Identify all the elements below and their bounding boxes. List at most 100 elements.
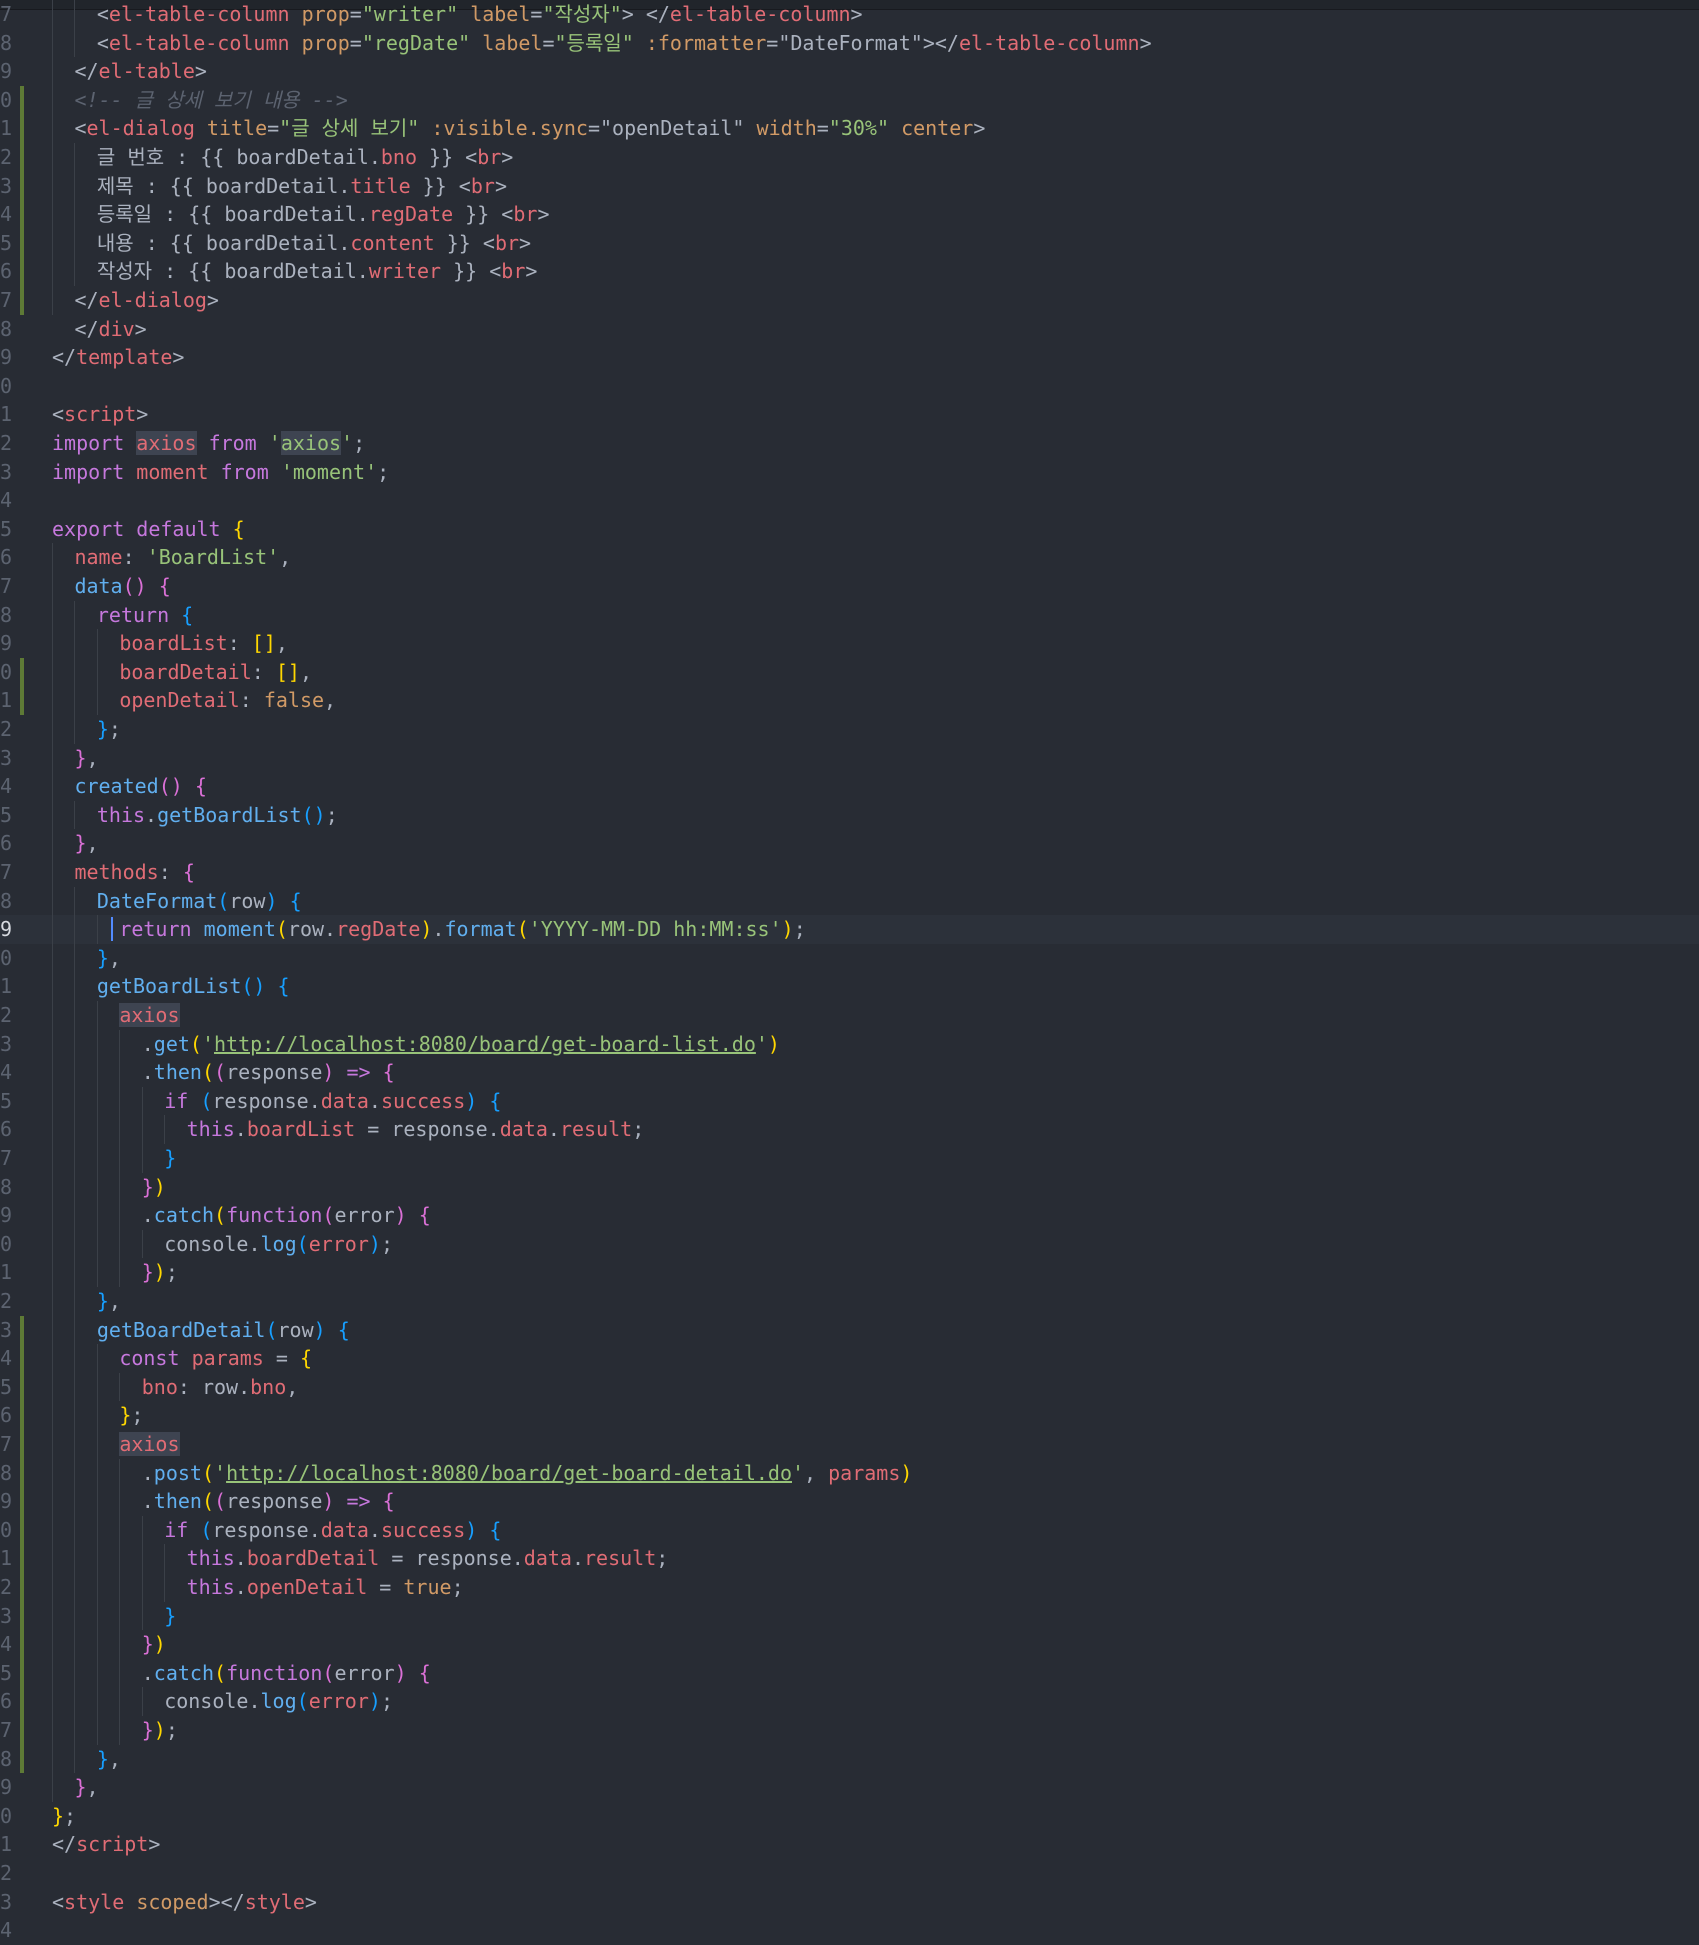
code-line[interactable]: 3}: [0, 1601, 1699, 1631]
code-token: >: [172, 345, 185, 370]
code-line[interactable]: 0 console.log(error);: [0, 1229, 1699, 1259]
code-line[interactable]: 1});: [0, 1258, 1699, 1287]
code-line[interactable]: 0 boardDetail: [],: [0, 657, 1699, 687]
code-line[interactable]: 2: [0, 1859, 1699, 1888]
code-line[interactable]: 1 <script>: [0, 400, 1699, 429]
code-token: row: [229, 888, 266, 913]
code-line[interactable]: 7 <el-table-column prop="writer" label="작…: [0, 0, 1699, 29]
code-token: console.: [164, 1689, 261, 1714]
code-token: "30%": [828, 116, 890, 141]
code-line[interactable]: 7 </el-dialog>: [0, 286, 1699, 315]
code-line[interactable]: 0: [0, 372, 1699, 401]
code-line[interactable]: 9},: [0, 1773, 1699, 1802]
code-token: .: [141, 1660, 154, 1685]
code-line[interactable]: 4 .then((response) => {: [0, 1058, 1699, 1087]
code-token: prop: [301, 2, 350, 26]
code-text: this.getBoardList();: [97, 801, 338, 830]
code-line[interactable]: 2},: [0, 1287, 1699, 1316]
code-line[interactable]: 8 </div>: [0, 315, 1699, 344]
code-line[interactable]: 4: [0, 1916, 1699, 1945]
code-text: }: [164, 1602, 176, 1631]
code-line[interactable]: 8 <el-table-column prop="regDate" label="…: [0, 28, 1699, 58]
code-line[interactable]: 7 methods: {: [0, 858, 1699, 887]
code-token: console.: [164, 1231, 261, 1256]
code-line[interactable]: 1 </script>: [0, 1830, 1699, 1859]
code-line[interactable]: 1 getBoardList() {: [0, 972, 1699, 1001]
code-line[interactable]: 1 <el-dialog title="글 상세 보기" :visible.syn…: [0, 114, 1699, 143]
code-line[interactable]: 5 this.getBoardList();: [0, 800, 1699, 830]
indent-guide: [52, 629, 53, 658]
indent-guide: [96, 1258, 98, 1287]
code-line[interactable]: 9 boardList: [],: [0, 629, 1699, 658]
code-token: .: [234, 1117, 247, 1142]
code-line[interactable]: 8},: [0, 1744, 1699, 1774]
indent-guide: [96, 1687, 98, 1716]
code-line[interactable]: 7}: [0, 1144, 1699, 1173]
code-line[interactable]: 8 DateFormat(row) {: [0, 886, 1699, 916]
code-line[interactable]: 2 import axios from 'axios';: [0, 429, 1699, 458]
code-line[interactable]: 9 .catch(function(error) {: [0, 1201, 1699, 1230]
code-line[interactable]: 1 this.boardDetail = response.data.result…: [0, 1544, 1699, 1573]
code-line[interactable]: 7 axios: [0, 1430, 1699, 1459]
code-text: };: [97, 715, 121, 744]
code-line[interactable]: 0 <!-- 글 상세 보기 내용 -->: [0, 85, 1699, 115]
code-line[interactable]: 9 </template>: [0, 343, 1699, 372]
code-line[interactable]: 0};: [0, 1802, 1699, 1831]
code-line[interactable]: 2};: [0, 715, 1699, 744]
code-token: ): [767, 1031, 780, 1056]
code-line[interactable]: 5 내용 : {{ boardDetail.content }} <br>: [0, 228, 1699, 258]
indent-guide: [52, 228, 53, 258]
code-line[interactable]: 0},: [0, 943, 1699, 973]
code-line[interactable]: 6 name: 'BoardList',: [0, 543, 1699, 572]
code-line[interactable]: 3 import moment from 'moment';: [0, 458, 1699, 487]
code-line[interactable]: 4 등록일 : {{ boardDetail.regDate }} <br>: [0, 200, 1699, 229]
indent-guide: [96, 1458, 98, 1488]
git-modified-marker: [20, 1716, 24, 1745]
code-line[interactable]: 4}): [0, 1630, 1699, 1659]
code-line[interactable]: 3 제목 : {{ boardDetail.title }} <br>: [0, 171, 1699, 201]
code-line[interactable]: 6};: [0, 1401, 1699, 1430]
code-line[interactable]: 4: [0, 486, 1699, 515]
indent-guide: [119, 1229, 121, 1259]
code-line[interactable]: 7 data() {: [0, 572, 1699, 601]
code-line[interactable]: 0 if (response.data.success) {: [0, 1515, 1699, 1545]
code-line[interactable]: 5 if (response.data.success) {: [0, 1086, 1699, 1116]
code-line[interactable]: 9 return moment(row.regDate).format('YYYY…: [0, 915, 1699, 944]
code-line[interactable]: 5 bno: row.bno,: [0, 1372, 1699, 1402]
code-token: bno: [141, 1374, 178, 1399]
indent-guide: [96, 1658, 98, 1688]
code-line[interactable]: 8 return {: [0, 600, 1699, 630]
code-line[interactable]: 5 export default {: [0, 515, 1699, 544]
code-text: this.boardDetail = response.data.result;: [187, 1544, 669, 1573]
code-line[interactable]: 3 getBoardDetail(row) {: [0, 1315, 1699, 1345]
code-line[interactable]: 1 openDetail: false,: [0, 686, 1699, 715]
line-number: 6: [0, 831, 13, 856]
code-line[interactable]: 8}): [0, 1172, 1699, 1202]
indent-guide: [52, 572, 53, 601]
code-line[interactable]: 8 .post('http://localhost:8080/board/get-…: [0, 1458, 1699, 1488]
code-line[interactable]: 7});: [0, 1716, 1699, 1745]
indent-guide: [164, 1115, 166, 1144]
code-line[interactable]: 6 console.log(error);: [0, 1687, 1699, 1716]
code-editor[interactable]: 7 <el-table-column prop="writer" label="작…: [0, 0, 1699, 1942]
code-line[interactable]: 9 </el-table>: [0, 57, 1699, 86]
code-line[interactable]: 3 <style scoped></style>: [0, 1888, 1699, 1917]
code-line[interactable]: 9 .then((response) => {: [0, 1487, 1699, 1516]
code-line[interactable]: 2 axios: [0, 1001, 1699, 1030]
code-line[interactable]: 4 const params = {: [0, 1344, 1699, 1373]
code-token: .: [234, 1575, 247, 1599]
code-text: },: [74, 1773, 98, 1802]
indent-guide: [52, 1658, 53, 1688]
code-line[interactable]: 4 created() {: [0, 772, 1699, 801]
code-line[interactable]: 6 작성자 : {{ boardDetail.writer }} <br>: [0, 257, 1699, 286]
code-line[interactable]: 6},: [0, 829, 1699, 858]
code-line[interactable]: 5 .catch(function(error) {: [0, 1658, 1699, 1688]
code-line[interactable]: 2 this.openDetail = true;: [0, 1573, 1699, 1602]
code-line[interactable]: 3},: [0, 743, 1699, 773]
indent-guide: [52, 686, 53, 715]
code-line[interactable]: 6 this.boardList = response.data.result;: [0, 1115, 1699, 1144]
indent-guide: [52, 1172, 53, 1202]
code-line[interactable]: 2 글 번호 : {{ boardDetail.bno }} <br>: [0, 143, 1699, 172]
code-line[interactable]: 3 .get('http://localhost:8080/board/get-b…: [0, 1029, 1699, 1059]
